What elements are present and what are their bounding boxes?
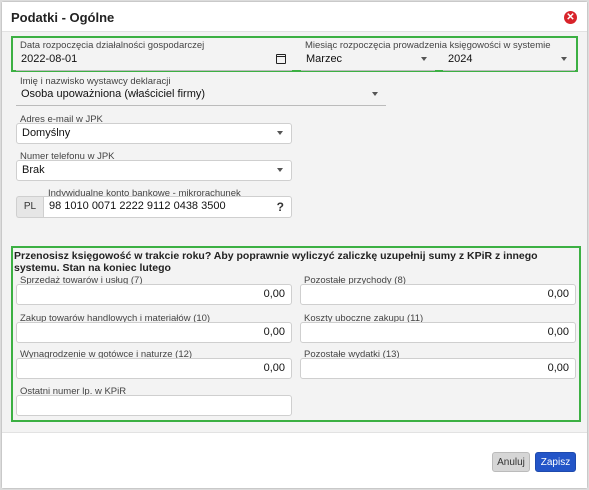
start-date-field: Data rozpoczęcia działalności gospodarcz… (16, 40, 292, 71)
bank-account-input[interactable]: 98 1010 0071 2222 9112 0438 3500 ? (43, 196, 292, 218)
pozostale-przychody-input[interactable]: 0,00 (300, 284, 576, 305)
save-button[interactable]: Zapisz (535, 452, 576, 472)
start-date-input[interactable]: 2022-08-01 (16, 50, 292, 71)
phone-field: Numer telefonu w JPK Brak (16, 151, 292, 181)
wynagrodzenie-field: Wynagrodzenie w gotówce i naturze (12) 0… (16, 349, 292, 379)
sprzedaz-field: Sprzedaż towarów i usług (7) 0,00 (16, 275, 292, 305)
start-month-field: Miesiąc rozpoczęcia prowadzenia księgowo… (301, 40, 551, 71)
calendar-icon[interactable] (276, 54, 286, 64)
pozostale-wydatki-field: Pozostałe wydatki (13) 0,00 (300, 349, 576, 379)
chevron-down-icon (421, 57, 427, 61)
help-icon[interactable]: ? (277, 200, 284, 214)
account-prefix: PL (16, 196, 43, 218)
kpir-note: Przenosisz księgowość w trakcie roku? Ab… (14, 250, 538, 274)
year-select[interactable]: 2024 (443, 50, 575, 71)
month-select[interactable]: Marzec (301, 50, 435, 71)
bank-account-value: 98 1010 0071 2222 9112 0438 3500 (49, 200, 226, 212)
phone-select[interactable]: Brak (16, 160, 292, 181)
chevron-down-icon (372, 92, 378, 96)
chevron-down-icon (561, 57, 567, 61)
email-field: Adres e-mail w JPK Domyślny (16, 114, 292, 144)
ostatni-numer-input[interactable] (16, 395, 292, 416)
pozostale-przychody-field: Pozostałe przychody (8) 0,00 (300, 275, 576, 305)
koszty-field: Koszty uboczne zakupu (11) 0,00 (300, 313, 576, 343)
sprzedaz-input[interactable]: 0,00 (16, 284, 292, 305)
email-value: Domyślny (22, 127, 71, 139)
start-date-value: 2022-08-01 (21, 53, 78, 65)
start-year-field: 2024 (443, 40, 575, 71)
ostatni-numer-field: Ostatni numer lp. w KPiR (16, 386, 292, 416)
zakup-field: Zakup towarów handlowych i materiałów (1… (16, 313, 292, 343)
close-icon[interactable]: ✕ (564, 11, 577, 24)
chevron-down-icon (277, 131, 283, 135)
zakup-input[interactable]: 0,00 (16, 322, 292, 343)
chevron-down-icon (277, 168, 283, 172)
month-value: Marzec (306, 53, 343, 65)
koszty-input[interactable]: 0,00 (300, 322, 576, 343)
dialog-footer: Anuluj Zapisz (2, 432, 587, 488)
year-value: 2024 (448, 53, 473, 65)
declarant-select[interactable]: Osoba upoważniona (właściciel firmy) (16, 85, 386, 106)
pozostale-wydatki-input[interactable]: 0,00 (300, 358, 576, 379)
bank-account-field: Indywidualne konto bankowe - mikrorachun… (16, 188, 292, 218)
cancel-button[interactable]: Anuluj (492, 452, 530, 472)
declarant-field: Imię i nazwisko wystawcy deklaracji Osob… (16, 76, 386, 106)
wynagrodzenie-input[interactable]: 0,00 (16, 358, 292, 379)
podatki-dialog: Podatki - Ogólne ✕ Data rozpoczęcia dzia… (1, 1, 588, 489)
declarant-value: Osoba upoważniona (właściciel firmy) (21, 88, 206, 100)
email-select[interactable]: Domyślny (16, 123, 292, 144)
dialog-title: Podatki - Ogólne (11, 10, 115, 25)
phone-value: Brak (22, 164, 45, 176)
dialog-titlebar: Podatki - Ogólne ✕ (2, 2, 587, 32)
